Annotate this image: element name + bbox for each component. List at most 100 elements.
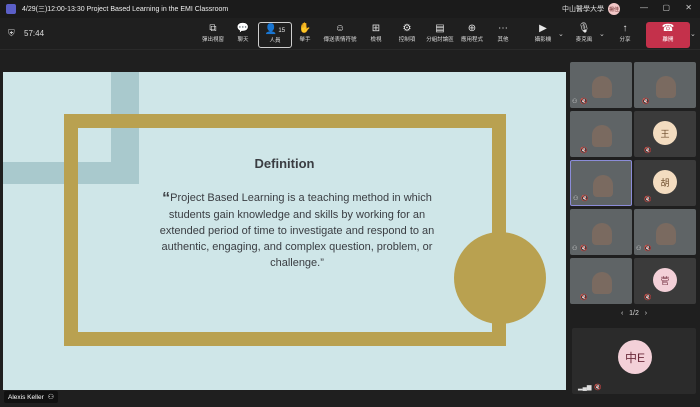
controls-button[interactable]: ⚙ 控制項 xyxy=(390,22,424,48)
controls-label: 控制項 xyxy=(398,37,416,43)
signal-icon: ▂▄▆ xyxy=(578,385,592,391)
microphone-button[interactable]: 🎙 麥克風 xyxy=(567,22,601,48)
participant-gallery: ⚇ 🔇 🔇 🔇 王 🔇 ⚇ 🔇 胡 🔇 ⚇ 🔇 ⚇ 🔇 🔇 菅 🔇 ‹ 1/2 › 中E ▂▄… xyxy=(568,50,700,407)
slide-body: “Project Based Learning is a teaching me… xyxy=(157,190,437,271)
participant-video xyxy=(592,76,612,98)
muted-mic-icon: 🔇 xyxy=(580,295,588,301)
people-icon: 👤 xyxy=(264,24,278,35)
breakout-rooms-button[interactable]: ▤ 分組討論區 xyxy=(423,22,457,48)
share-icon: ↑ xyxy=(622,23,628,34)
leave-options-chevron-icon[interactable]: ⌄ xyxy=(690,30,696,38)
breakout-label: 分組討論區 xyxy=(426,37,454,43)
muted-mic-icon: 🔇 xyxy=(580,246,588,252)
grid-icon: ⊞ xyxy=(371,23,381,34)
muted-mic-icon: 🔇 xyxy=(644,295,652,301)
popout-label: 彈出視窗 xyxy=(201,37,224,43)
participant-tile[interactable]: ⚇ 🔇 xyxy=(570,62,632,108)
presenting-icon: ⚇ xyxy=(47,394,55,401)
leave-label: 離開 xyxy=(662,37,674,43)
controls-icon: ⚙ xyxy=(402,23,412,34)
participant-tile[interactable]: 🔇 xyxy=(634,62,696,108)
leave-button[interactable]: ☎ 離開 xyxy=(646,22,690,48)
restore-button[interactable]: ▢ xyxy=(662,3,670,12)
more-label: 其他 xyxy=(497,37,509,43)
muted-mic-icon: 🔇 xyxy=(642,99,650,105)
pin-icon: ⚇ xyxy=(573,196,579,202)
microphone-options-chevron-icon[interactable]: ⌄ xyxy=(599,30,605,38)
hand-icon: ✋ xyxy=(298,23,312,34)
muted-mic-icon: 🔇 xyxy=(594,385,602,391)
share-label: 分享 xyxy=(619,37,631,43)
muted-mic-icon: 🔇 xyxy=(644,197,652,203)
pin-icon: ⚇ xyxy=(636,246,642,252)
self-avatar: 中E xyxy=(618,340,652,374)
muted-mic-icon: 🔇 xyxy=(580,148,588,154)
participant-tile[interactable]: ⚇ 🔇 xyxy=(634,209,696,255)
slide-title: Definition xyxy=(254,156,315,171)
apps-button[interactable]: ⊕ 應用程式 xyxy=(455,22,489,48)
camera-button[interactable]: ▶ 攝影機 xyxy=(526,22,560,48)
participant-avatar: 王 xyxy=(653,121,677,145)
view-button[interactable]: ⊞ 檢視 xyxy=(359,22,393,48)
gallery-pager: ‹ 1/2 › xyxy=(568,310,700,317)
minimize-button[interactable]: — xyxy=(640,3,648,12)
presentation-slide: Definition “Project Based Learning is a … xyxy=(3,72,566,390)
page-indicator: 1/2 xyxy=(629,310,639,317)
self-view-tile[interactable]: 中E ▂▄▆ 🔇 xyxy=(572,328,696,394)
participant-count: 15 xyxy=(278,28,286,34)
muted-mic-icon: 🔇 xyxy=(580,99,588,105)
muted-mic-icon: 🔇 xyxy=(644,148,652,154)
microphone-icon: 🎙 xyxy=(577,23,591,34)
title-bar: 4/29(三)12:00-13:30 Project Based Learnin… xyxy=(0,0,700,18)
camera-label: 攝影機 xyxy=(534,37,552,43)
muted-mic-icon: 🔇 xyxy=(644,246,652,252)
chat-label: 聊天 xyxy=(237,37,249,43)
pin-icon: ⚇ xyxy=(572,99,578,105)
reactions-label: 傳送表情符號 xyxy=(323,37,357,43)
camera-icon: ▶ xyxy=(539,23,547,34)
participant-tile-active-speaker[interactable]: ⚇ 🔇 xyxy=(570,160,632,206)
participant-tile[interactable]: 🔇 xyxy=(570,111,632,157)
participant-video xyxy=(656,76,676,98)
camera-options-chevron-icon[interactable]: ⌄ xyxy=(558,30,564,38)
participant-tile[interactable]: 王 🔇 xyxy=(634,111,696,157)
teams-app-icon xyxy=(6,4,16,14)
participant-tile[interactable]: 胡 🔇 xyxy=(634,160,696,206)
user-avatar[interactable]: 楊佳 xyxy=(608,3,620,15)
muted-mic-icon: 🔇 xyxy=(581,196,589,202)
pin-icon: ⚇ xyxy=(572,246,578,252)
slide-decoration-circle xyxy=(454,232,546,324)
people-label: 人員 xyxy=(269,38,281,44)
share-button[interactable]: ↑ 分享 xyxy=(608,22,642,48)
participant-avatar: 胡 xyxy=(653,170,677,194)
next-page-chevron-icon[interactable]: › xyxy=(645,310,647,317)
more-icon: ⋯ xyxy=(498,23,508,34)
participant-video xyxy=(592,272,612,294)
meeting-toolbar: ⛨ 57:44 ⧉ 彈出視窗 💬 聊天 👤15 人員 ✋ 舉手 ☺ 傳送表情符號 ⊞ 檢視 … xyxy=(0,18,700,50)
presenter-name: Alexis Keller xyxy=(8,393,44,401)
participant-tile[interactable]: 菅 🔇 xyxy=(634,258,696,304)
microphone-label: 麥克風 xyxy=(575,37,593,43)
participant-video xyxy=(593,175,613,197)
popout-button[interactable]: ⧉ 彈出視窗 xyxy=(196,22,230,48)
reactions-button[interactable]: ☺ 傳送表情符號 xyxy=(323,22,357,48)
participant-video xyxy=(592,223,612,245)
raise-hand-label: 舉手 xyxy=(299,37,311,43)
participant-video xyxy=(592,125,612,147)
close-window-button[interactable]: ✕ xyxy=(685,3,692,12)
participant-video xyxy=(656,223,676,245)
more-button[interactable]: ⋯ 其他 xyxy=(486,22,520,48)
people-button[interactable]: 👤15 人員 xyxy=(258,22,292,48)
apps-label: 應用程式 xyxy=(460,37,483,43)
participant-tile[interactable]: 🔇 xyxy=(570,258,632,304)
apps-icon: ⊕ xyxy=(467,23,477,34)
participant-avatar: 菅 xyxy=(653,268,677,292)
popout-icon: ⧉ xyxy=(209,23,217,34)
organization-name: 中山醫學大學 xyxy=(562,6,604,13)
previous-page-chevron-icon[interactable]: ‹ xyxy=(621,310,623,317)
chat-button[interactable]: 💬 聊天 xyxy=(226,22,260,48)
chat-icon: 💬 xyxy=(236,23,250,34)
participant-tile[interactable]: ⚇ 🔇 xyxy=(570,209,632,255)
view-label: 檢視 xyxy=(370,37,382,43)
raise-hand-button[interactable]: ✋ 舉手 xyxy=(288,22,322,48)
